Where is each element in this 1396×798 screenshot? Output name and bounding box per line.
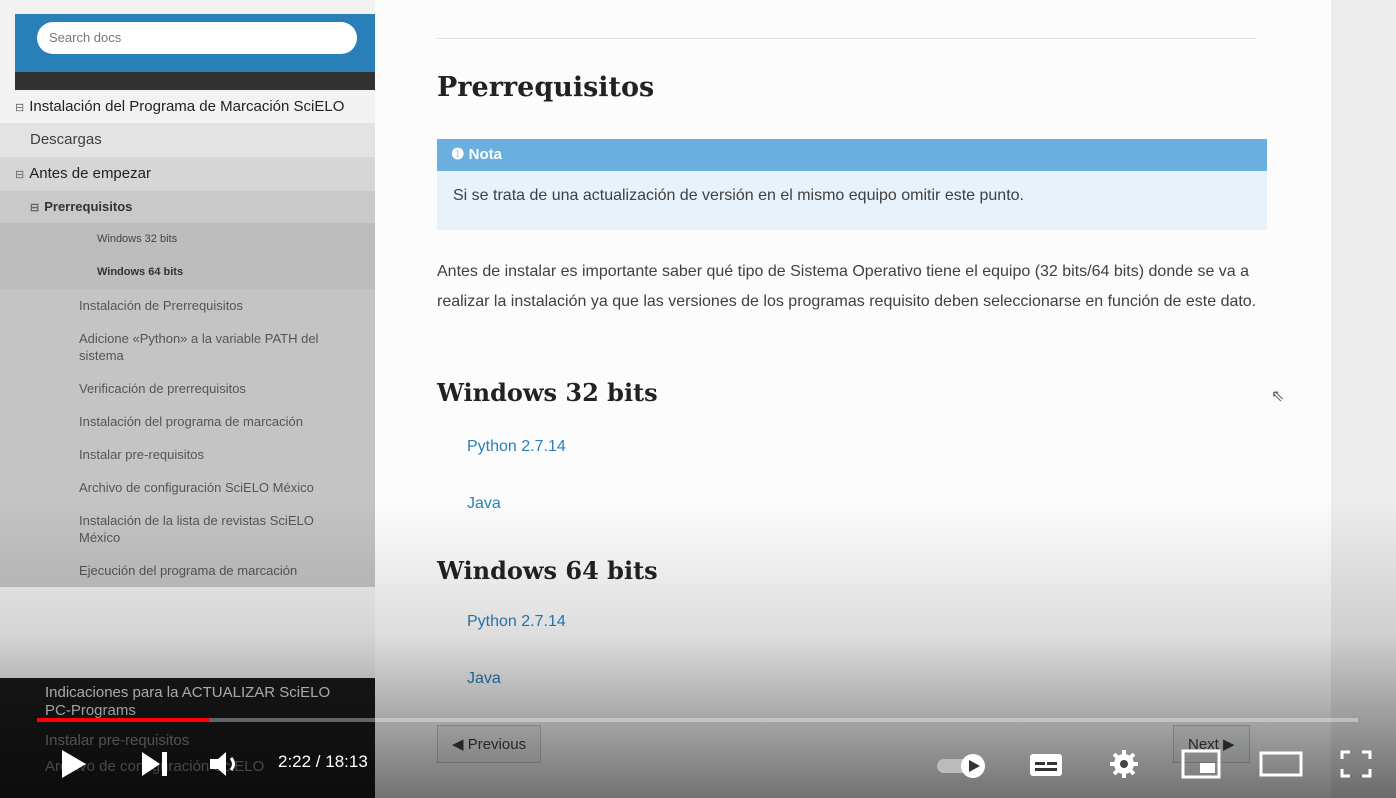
mouse-cursor-icon: ⇖ xyxy=(1271,388,1285,405)
sidebar-item-instalacion[interactable]: ⊟ Instalación del Programa de Marcación S… xyxy=(0,92,375,123)
volume-icon[interactable] xyxy=(208,748,248,780)
sidebar-item-instalacion-programa[interactable]: Instalación del programa de marcación xyxy=(0,405,375,438)
note-admonition: ❶ Nota Si se trata de una actualización … xyxy=(437,139,1267,230)
search-input[interactable]: Search docs xyxy=(37,22,357,54)
sidebar-item-label: Instalación del programa de marcación xyxy=(79,414,304,429)
miniplayer-icon[interactable] xyxy=(1180,748,1222,780)
autoplay-toggle-icon[interactable] xyxy=(935,750,991,780)
sidebar-header-band xyxy=(15,72,375,90)
collapse-icon[interactable]: ⊟ xyxy=(30,202,39,214)
sidebar-item-archivo-configuracion[interactable]: Archivo de configuración SciELO México xyxy=(0,471,375,504)
play-icon[interactable] xyxy=(56,746,90,782)
intro-paragraph: Antes de instalar es importante saber qu… xyxy=(437,263,1257,310)
sidebar-item-label: Descargas xyxy=(30,131,102,148)
sidebar-item-descargas[interactable]: Descargas xyxy=(0,123,375,157)
theater-mode-icon[interactable] xyxy=(1258,748,1304,780)
sidebar-item-label: Indicaciones para la ACTUALIZAR SciELO P… xyxy=(45,684,331,719)
info-icon: ❶ xyxy=(451,146,465,163)
collapse-icon[interactable]: ⊟ xyxy=(15,169,24,181)
sidebar-item-label: Ejecución del programa de marcación xyxy=(79,563,298,578)
sidebar-item-lista-revistas[interactable]: Instalación de la lista de revistas SciE… xyxy=(0,504,375,554)
sidebar-item-antes-de-empezar[interactable]: ⊟ Antes de empezar xyxy=(0,157,375,191)
progress-played xyxy=(37,718,209,722)
sidebar-item-ejecucion[interactable]: Ejecución del programa de marcación xyxy=(0,554,375,587)
sidebar-item-label: Windows 64 bits xyxy=(97,266,184,278)
sidebar-item-label: Instalar pre-requisitos xyxy=(79,447,204,462)
sidebar-item-label: Antes de empezar xyxy=(29,165,151,182)
sidebar-item-prerrequisitos[interactable]: ⊟ Prerrequisitos xyxy=(0,191,375,223)
sidebar-item-verificacion[interactable]: Verificación de prerrequisitos xyxy=(0,372,375,405)
skip-next-icon[interactable] xyxy=(138,748,172,780)
sidebar-item-actualizar[interactable]: Indicaciones para la ACTUALIZAR SciELO P… xyxy=(0,678,375,720)
sidebar-item-label: Instalación de la lista de revistas SciE… xyxy=(79,513,314,545)
fullscreen-icon[interactable] xyxy=(1338,748,1374,780)
python-link-64[interactable]: Python 2.7.14 xyxy=(467,613,566,631)
settings-gear-icon[interactable] xyxy=(1108,748,1140,780)
section-heading-32: Windows 32 bits xyxy=(437,378,658,407)
note-header: ❶ Nota xyxy=(437,139,1267,171)
page-title: Prerrequisitos xyxy=(437,72,655,103)
sidebar-item-windows-64[interactable]: Windows 64 bits xyxy=(0,256,375,289)
sidebar-item-label: Prerrequisitos xyxy=(44,199,133,214)
collapse-icon[interactable]: ⊟ xyxy=(15,102,24,114)
sidebar-item-label: Instalación de Prerrequisitos xyxy=(79,298,244,313)
sidebar-item-label: Archivo de configuración SciELO México xyxy=(79,480,314,495)
sidebar-item-instalar-prerrequisitos[interactable]: Instalar pre-requisitos xyxy=(0,438,375,471)
sidebar-item-windows-32[interactable]: Windows 32 bits xyxy=(0,223,375,256)
player-controls: 2:22 / 18:13 xyxy=(0,728,1396,798)
right-gutter xyxy=(1331,0,1396,798)
python-link-32[interactable]: Python 2.7.14 xyxy=(467,438,566,456)
sidebar-item-label: Instalación del Programa de Marcación Sc… xyxy=(29,98,345,115)
time-display: 2:22 / 18:13 xyxy=(278,752,368,771)
sidebar-nav: ⊟ Instalación del Programa de Marcación S… xyxy=(0,92,375,587)
note-body: Si se trata de una actualización de vers… xyxy=(453,187,1024,204)
note-title: Nota xyxy=(468,146,502,163)
progress-bar[interactable] xyxy=(37,718,1358,722)
divider xyxy=(437,38,1257,39)
docs-sidebar: Search docs ⊟ Instalación del Programa de… xyxy=(0,0,375,798)
java-link-64[interactable]: Java xyxy=(467,670,501,688)
sidebar-item-adicione-python[interactable]: Adicione «Python» a la variable PATH del… xyxy=(0,322,375,372)
sidebar-item-label: Adicione «Python» a la variable PATH del… xyxy=(79,331,319,363)
sidebar-item-instalacion-prerrequisitos[interactable]: Instalación de Prerrequisitos xyxy=(0,289,375,322)
sidebar-item-label: Verificación de prerrequisitos xyxy=(79,381,246,396)
subtitles-icon[interactable] xyxy=(1028,750,1064,780)
java-link-32[interactable]: Java xyxy=(467,495,501,513)
main-content: Prerrequisitos ❶ Nota Si se trata de una… xyxy=(375,0,1396,798)
section-heading-64: Windows 64 bits xyxy=(437,556,658,585)
sidebar-item-label: Windows 32 bits xyxy=(97,233,178,245)
